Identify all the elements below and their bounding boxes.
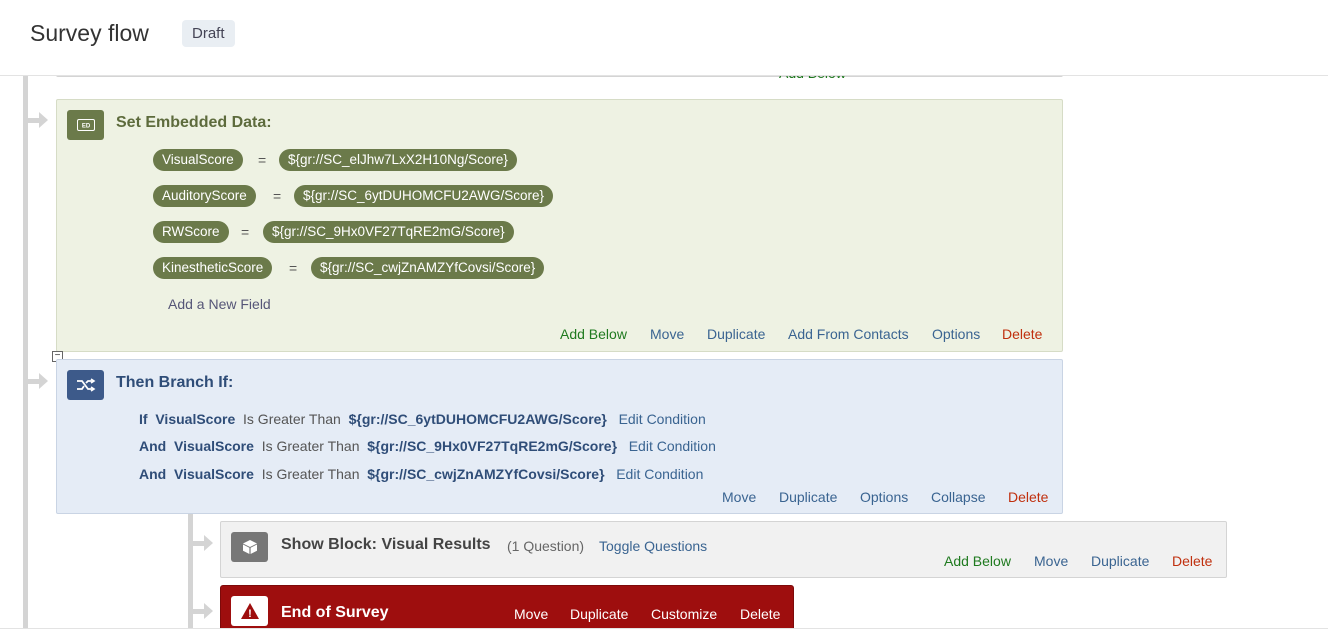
options-link[interactable]: Options [932, 326, 980, 342]
field-value-pill[interactable]: ${gr://SC_cwjZnAMZYfCovsi/Score} [311, 257, 545, 279]
edit-condition-link[interactable]: Edit Condition [629, 438, 716, 454]
condition-conjunction: And [139, 438, 167, 454]
add-below-link[interactable]: Add Below [944, 553, 1011, 569]
equals-sign: = [241, 224, 250, 240]
branch-condition: And VisualScore Is Greater Than ${gr://S… [139, 466, 703, 482]
field-name-pill[interactable]: RWScore [153, 221, 229, 243]
warning-icon: ! [231, 596, 268, 626]
field-value-pill[interactable]: ${gr://SC_elJhw7LxX2H10Ng/Score} [279, 149, 517, 171]
flow-arrow-head [204, 535, 213, 551]
condition-operator: Is Greater Than [243, 411, 341, 427]
condition-conjunction: And [139, 466, 167, 482]
branch-condition: If VisualScore Is Greater Than ${gr://SC… [139, 411, 706, 427]
show-block-card: Show Block: Visual Results (1 Question) … [220, 521, 1227, 578]
branch-icon [67, 370, 104, 400]
flow-rail-main [23, 75, 28, 628]
delete-link[interactable]: Delete [1172, 553, 1212, 569]
edit-condition-link[interactable]: Edit Condition [619, 411, 706, 427]
delete-link[interactable]: Delete [1002, 326, 1042, 342]
duplicate-link[interactable]: Duplicate [570, 606, 628, 622]
field-name-pill[interactable]: VisualScore [153, 149, 243, 171]
move-link[interactable]: Move [514, 606, 548, 622]
embedded-data-icon: ED [67, 110, 104, 140]
condition-value: ${gr://SC_6ytDUHOMCFU2AWG/Score} [348, 411, 607, 427]
flow-arrow-head [39, 373, 48, 389]
condition-value: ${gr://SC_9Hx0VF27TqRE2mG/Score} [367, 438, 618, 454]
edit-condition-link[interactable]: Edit Condition [616, 466, 703, 482]
move-link[interactable]: Move [650, 326, 684, 342]
page-title: Survey flow [30, 20, 149, 46]
bottom-bar [0, 628, 1328, 642]
condition-field: VisualScore [155, 411, 236, 427]
condition-operator: Is Greater Than [261, 466, 360, 482]
add-below-link[interactable]: Add Below [560, 326, 627, 342]
collapse-link[interactable]: Collapse [931, 489, 985, 505]
field-name-pill[interactable]: AuditoryScore [153, 185, 256, 207]
duplicate-link[interactable]: Duplicate [707, 326, 765, 342]
delete-link[interactable]: Delete [740, 606, 780, 622]
field-value-pill[interactable]: ${gr://SC_6ytDUHOMCFU2AWG/Score} [294, 185, 554, 207]
branch-title: Then Branch If: [116, 374, 234, 391]
equals-sign: = [258, 152, 267, 168]
options-link[interactable]: Options [860, 489, 908, 505]
block-cube-icon [231, 532, 268, 562]
status-badge: Draft [182, 20, 235, 47]
add-from-contacts-link[interactable]: Add From Contacts [788, 326, 909, 342]
field-value-pill[interactable]: ${gr://SC_9Hx0VF27TqRE2mG/Score} [263, 221, 514, 243]
show-block-title: Show Block: Visual Results [281, 536, 491, 553]
embedded-data-title: Set Embedded Data: [116, 114, 272, 131]
duplicate-link[interactable]: Duplicate [779, 489, 837, 505]
embedded-data-card: ED Set Embedded Data: VisualScore = ${gr… [56, 99, 1063, 352]
svg-text:!: ! [248, 608, 252, 620]
flow-arrow-head [39, 112, 48, 128]
field-name-pill[interactable]: KinestheticScore [153, 257, 273, 279]
end-of-survey-title: End of Survey [281, 604, 389, 621]
svg-text:ED: ED [81, 124, 90, 130]
equals-sign: = [273, 188, 282, 204]
equals-sign: = [289, 260, 298, 276]
condition-value: ${gr://SC_cwjZnAMZYfCovsi/Score} [367, 466, 605, 482]
question-count: (1 Question) [507, 538, 585, 554]
delete-link[interactable]: Delete [1008, 489, 1048, 505]
customize-link[interactable]: Customize [651, 606, 717, 622]
flow-arrow-head [204, 603, 213, 619]
condition-operator: Is Greater Than [261, 438, 360, 454]
page-header: Survey flow Draft [0, 0, 1328, 76]
branch-condition: And VisualScore Is Greater Than ${gr://S… [139, 438, 716, 454]
duplicate-link[interactable]: Duplicate [1091, 553, 1149, 569]
move-link[interactable]: Move [1034, 553, 1068, 569]
add-new-field-link[interactable]: Add a New Field [168, 296, 271, 312]
branch-card: Then Branch If: If VisualScore Is Greate… [56, 359, 1063, 514]
condition-conjunction: If [139, 411, 148, 427]
move-link[interactable]: Move [722, 489, 756, 505]
condition-field: VisualScore [174, 438, 254, 454]
toggle-questions-link[interactable]: Toggle Questions [599, 538, 707, 554]
condition-field: VisualScore [174, 466, 254, 482]
